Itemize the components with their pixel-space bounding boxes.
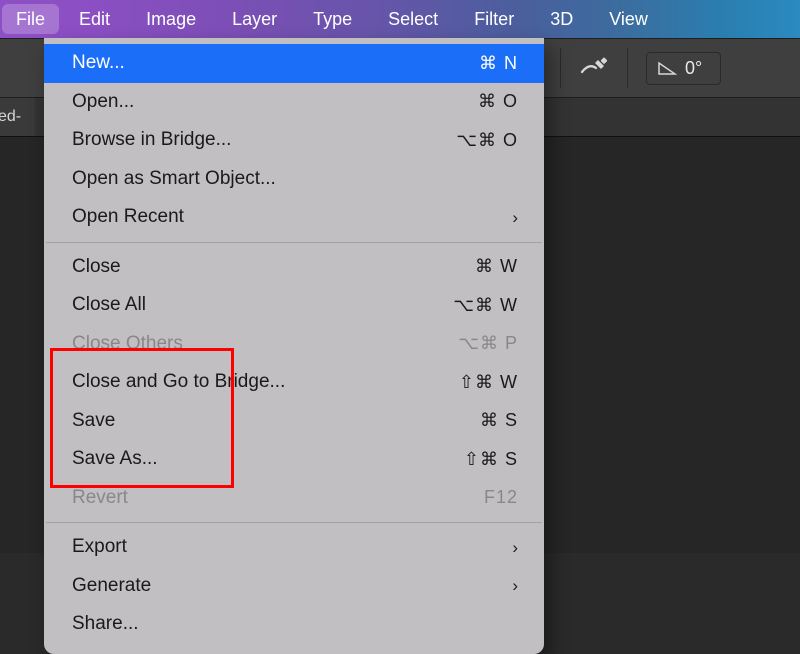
menu-item-close-all[interactable]: Close All ⌥⌘ W	[44, 286, 544, 325]
menu-item-shortcut: ⌘ W	[428, 253, 518, 280]
menu-item-shortcut: ⌥⌘ W	[428, 292, 518, 319]
menu-select[interactable]: Select	[370, 0, 456, 38]
menu-item-open-as-smart-object[interactable]: Open as Smart Object...	[44, 160, 544, 199]
document-tab-label: ed-	[0, 108, 21, 126]
menu-item-label: Generate	[72, 572, 500, 601]
menu-item-label: Open as Smart Object...	[72, 165, 428, 194]
sample-eyedropper-icon[interactable]	[579, 55, 609, 81]
menu-item-label: Close and Go to Bridge...	[72, 368, 428, 397]
menu-separator	[46, 522, 542, 523]
menubar: p File Edit Image Layer Type Select Filt…	[0, 0, 800, 38]
menu-edit[interactable]: Edit	[61, 0, 128, 38]
options-divider	[627, 48, 628, 88]
menu-image-label: Image	[146, 9, 196, 30]
menu-item-label: Open...	[72, 88, 428, 117]
menu-item-label: Revert	[72, 484, 428, 513]
rotation-angle-field[interactable]: 0°	[646, 52, 721, 85]
menu-layer[interactable]: Layer	[214, 0, 295, 38]
menu-view-label: View	[609, 9, 648, 30]
menu-item-label: Save	[72, 407, 428, 436]
menu-file-label: File	[16, 9, 45, 30]
menu-item-shortcut: F12	[428, 484, 518, 511]
menu-item-open-recent[interactable]: Open Recent ›	[44, 198, 544, 237]
menu-item-share[interactable]: Share...	[44, 605, 544, 644]
menu-item-revert: Revert F12	[44, 479, 544, 518]
menu-edit-label: Edit	[79, 9, 110, 30]
chevron-right-icon: ›	[500, 205, 518, 231]
menu-select-label: Select	[388, 9, 438, 30]
menu-item-shortcut: ⌥⌘ O	[428, 127, 518, 154]
menu-item-browse-in-bridge[interactable]: Browse in Bridge... ⌥⌘ O	[44, 121, 544, 160]
menu-item-label: Export	[72, 533, 500, 562]
menu-item-label: Open Recent	[72, 203, 500, 232]
menu-item-label: Close	[72, 253, 428, 282]
menu-item-open[interactable]: Open... ⌘ O	[44, 83, 544, 122]
menu-item-shortcut: ⌘ N	[428, 50, 518, 77]
menu-item-shortcut: ⌥⌘ P	[428, 330, 518, 357]
menu-file[interactable]: File	[2, 4, 59, 34]
menu-filter[interactable]: Filter	[456, 0, 532, 38]
menu-item-label: Save As...	[72, 445, 428, 474]
angle-icon	[657, 60, 677, 76]
menu-item-label: New...	[72, 49, 428, 78]
menu-item-export[interactable]: Export ›	[44, 528, 544, 567]
menu-item-generate[interactable]: Generate ›	[44, 567, 544, 606]
menu-view[interactable]: View	[591, 0, 666, 38]
document-tab[interactable]: ed-	[0, 98, 35, 136]
menu-type[interactable]: Type	[295, 0, 370, 38]
menu-item-label: Close All	[72, 291, 428, 320]
menu-item-save-as[interactable]: Save As... ⇧⌘ S	[44, 440, 544, 479]
rotation-angle-value: 0°	[685, 58, 702, 79]
menu-item-save[interactable]: Save ⌘ S	[44, 402, 544, 441]
menu-3d-label: 3D	[550, 9, 573, 30]
menu-separator	[46, 242, 542, 243]
menu-item-shortcut: ⌘ S	[428, 407, 518, 434]
menu-item-shortcut: ⇧⌘ S	[428, 446, 518, 473]
menu-item-label: Close Others	[72, 330, 428, 359]
menu-layer-label: Layer	[232, 9, 277, 30]
menu-item-close[interactable]: Close ⌘ W	[44, 248, 544, 287]
chevron-right-icon: ›	[500, 573, 518, 599]
menu-filter-label: Filter	[474, 9, 514, 30]
menu-item-shortcut: ⌘ O	[428, 88, 518, 115]
menu-item-close-others: Close Others ⌥⌘ P	[44, 325, 544, 364]
menu-item-shortcut: ⇧⌘ W	[428, 369, 518, 396]
menu-item-label: Share...	[72, 610, 428, 639]
menu-item-new[interactable]: New... ⌘ N	[44, 44, 544, 83]
options-divider	[560, 48, 561, 88]
menu-3d[interactable]: 3D	[532, 0, 591, 38]
menu-item-label: Browse in Bridge...	[72, 126, 428, 155]
chevron-right-icon: ›	[500, 535, 518, 561]
file-menu-dropdown: New... ⌘ N Open... ⌘ O Browse in Bridge.…	[44, 38, 544, 654]
menu-item-close-and-go-to-bridge[interactable]: Close and Go to Bridge... ⇧⌘ W	[44, 363, 544, 402]
menu-type-label: Type	[313, 9, 352, 30]
menu-image[interactable]: Image	[128, 0, 214, 38]
